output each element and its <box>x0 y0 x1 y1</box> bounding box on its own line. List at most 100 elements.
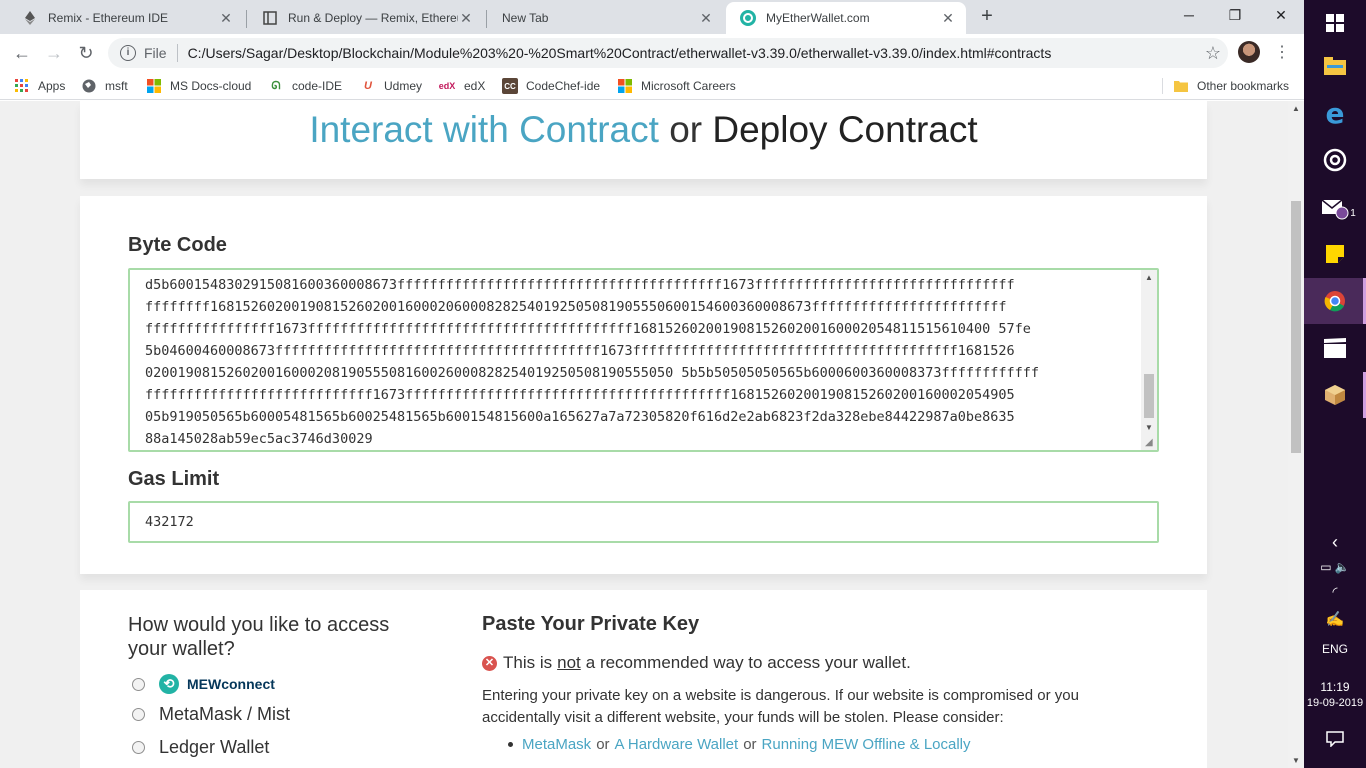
address-bar[interactable]: i File C:/Users/Sagar/Desktop/Blockchain… <box>108 38 1228 68</box>
access-question: How would you like to access your wallet… <box>128 614 390 660</box>
interact-contract-link[interactable]: Interact with Contract <box>309 109 659 150</box>
pen-icon[interactable]: ✍ <box>1304 610 1366 628</box>
gas-limit-input[interactable]: 432172 <box>128 501 1159 543</box>
groove-music-icon[interactable] <box>1304 137 1366 183</box>
bookmark-label: Apps <box>38 79 66 93</box>
info-icon[interactable]: i <box>120 45 136 61</box>
scroll-thumb[interactable] <box>1144 374 1154 418</box>
bookmark-apps[interactable]: Apps <box>14 76 65 96</box>
warning-text-not: not <box>557 653 581 672</box>
scroll-thumb[interactable] <box>1291 201 1301 453</box>
minimize-button[interactable]: ─ <box>1166 0 1212 30</box>
clock-time[interactable]: 11:19 <box>1304 680 1366 694</box>
radio-button[interactable] <box>132 741 145 754</box>
codechef-icon: CC <box>502 78 518 94</box>
windows-start-icon[interactable] <box>1304 0 1366 46</box>
close-tab-icon[interactable]: ✕ <box>458 10 474 27</box>
tab-title: MyEtherWallet.com <box>766 11 870 25</box>
hardware-wallet-link[interactable]: A Hardware Wallet <box>615 736 739 753</box>
back-arrow-icon[interactable]: ← <box>10 42 34 64</box>
option-label: MetaMask / Mist <box>159 704 291 724</box>
warning-text-post: a recommended way to access your wallet. <box>585 653 911 672</box>
bookmark-star-icon[interactable]: ☆ <box>1198 43 1228 64</box>
byte-code-line: ffffffffffffffff1673ffffffffffffffffffff… <box>145 321 1031 337</box>
microsoft-icon <box>617 78 633 94</box>
reload-icon[interactable]: ↻ <box>74 42 98 64</box>
ethereum-icon <box>22 10 38 26</box>
private-key-description: Entering your private key on a website i… <box>482 687 1079 726</box>
restore-button[interactable]: ❐ <box>1212 0 1258 30</box>
warning-text-pre: This is <box>503 653 553 672</box>
scroll-up-icon[interactable]: ▲ <box>1288 104 1304 113</box>
package-box-icon[interactable] <box>1304 372 1366 418</box>
byte-code-line: 0200190815260200160002081905550816002600… <box>145 365 1040 381</box>
contract-header-card: Interact with Contract or Deploy Contrac… <box>80 101 1207 179</box>
chevron-left-icon[interactable]: ‹ <box>1304 532 1366 553</box>
page-scrollbar[interactable]: ▲ ▼ <box>1288 101 1304 768</box>
option-metamask[interactable]: MetaMask / Mist <box>132 704 290 725</box>
document-icon <box>262 10 278 26</box>
sticky-notes-icon[interactable] <box>1304 231 1366 277</box>
url-text[interactable]: C:/Users/Sagar/Desktop/Blockchain/Module… <box>188 45 1198 61</box>
close-tab-icon[interactable]: ✕ <box>940 10 956 27</box>
wifi-icon[interactable]: ◜ <box>1304 584 1366 600</box>
bookmark-microsoft-careers[interactable]: Microsoft Careers <box>617 76 736 96</box>
bookmark-udmey[interactable]: U Udmey <box>360 76 422 96</box>
video-editor-icon[interactable] <box>1304 325 1366 371</box>
scroll-up-icon[interactable]: ▲ <box>1141 270 1157 286</box>
tab-remix[interactable]: Remix - Ethereum IDE ✕ <box>8 2 244 34</box>
gas-limit-label: Gas Limit <box>128 468 220 490</box>
scroll-down-icon[interactable]: ▼ <box>1288 756 1304 765</box>
mail-icon[interactable] <box>1304 184 1366 230</box>
radio-button[interactable] <box>132 677 145 691</box>
option-mewconnect[interactable]: ⟲ MEWconnect <box>132 674 275 694</box>
close-window-button[interactable]: ✕ <box>1258 0 1304 30</box>
edge-browser-icon[interactable]: e <box>1304 90 1366 136</box>
tab-separator <box>486 10 487 28</box>
bookmark-code-ide[interactable]: ᘏ code-IDE <box>268 76 342 96</box>
tab-strip: Remix - Ethereum IDE ✕ Run & Deploy — Re… <box>0 0 1304 34</box>
new-tab-button[interactable]: + <box>976 6 998 28</box>
microsoft-icon <box>146 78 162 94</box>
divider <box>176 44 178 62</box>
metamask-link[interactable]: MetaMask <box>522 736 591 753</box>
scroll-down-icon[interactable]: ▼ <box>1141 420 1157 436</box>
file-explorer-icon[interactable] <box>1304 43 1366 89</box>
bookmark-label: MS Docs-cloud <box>170 79 252 93</box>
byte-code-textarea[interactable]: d5b6001548302915081600360008673fffffffff… <box>128 268 1159 452</box>
tab-run-deploy[interactable]: Run & Deploy — Remix, Ethereum ✕ <box>248 2 484 34</box>
radio-button[interactable] <box>132 708 145 721</box>
clock-date[interactable]: 19-09-2019 <box>1304 697 1366 709</box>
deploy-contract-link[interactable]: Deploy Contract <box>712 109 977 150</box>
option-label: Ledger Wallet <box>159 737 270 757</box>
close-tab-icon[interactable]: ✕ <box>698 10 714 27</box>
resize-grip-icon[interactable]: ◢ <box>1145 438 1155 448</box>
close-tab-icon[interactable]: ✕ <box>218 10 234 27</box>
battery-volume-icon[interactable]: ▭ 🔈 <box>1304 560 1366 574</box>
chrome-taskbar-icon[interactable] <box>1304 278 1366 324</box>
byte-code-label: Byte Code <box>128 234 227 256</box>
page-viewport: Interact with Contract or Deploy Contrac… <box>0 101 1288 768</box>
action-center-icon[interactable] <box>1304 716 1366 762</box>
tab-myetherwallet[interactable]: MyEtherWallet.com ✕ <box>726 2 966 34</box>
bookmark-label: edX <box>464 79 486 93</box>
mew-offline-link[interactable]: Running MEW Offline & Locally <box>762 736 971 753</box>
profile-avatar[interactable] <box>1238 41 1260 63</box>
byte-code-line: ffffffff16815260200190815260200160002060… <box>145 299 1007 315</box>
textarea-scrollbar[interactable]: ▲ ▼ <box>1141 270 1157 450</box>
bookmark-ms-docs-cloud[interactable]: MS Docs-cloud <box>146 76 251 96</box>
tab-new-tab[interactable]: New Tab ✕ <box>488 2 724 34</box>
other-bookmarks[interactable]: Other bookmarks <box>1173 76 1289 96</box>
bookmark-edx[interactable]: edX edX <box>438 76 486 96</box>
menu-dots-icon[interactable]: ⋮ <box>1272 40 1292 66</box>
input-language[interactable]: ENG <box>1304 642 1366 656</box>
mew-icon: ⟲ <box>159 674 179 694</box>
bookmark-msft[interactable]: msft <box>81 76 128 96</box>
bookmark-codechef[interactable]: CC CodeChef-ide <box>502 76 600 96</box>
bookmark-label: Other bookmarks <box>1197 79 1290 93</box>
bookmark-label: Microsoft Careers <box>641 79 736 93</box>
option-ledger[interactable]: Ledger Wallet <box>132 737 269 758</box>
edx-icon: edX <box>438 81 456 91</box>
forward-arrow-icon[interactable]: → <box>42 42 66 64</box>
or-text: or <box>596 736 610 753</box>
